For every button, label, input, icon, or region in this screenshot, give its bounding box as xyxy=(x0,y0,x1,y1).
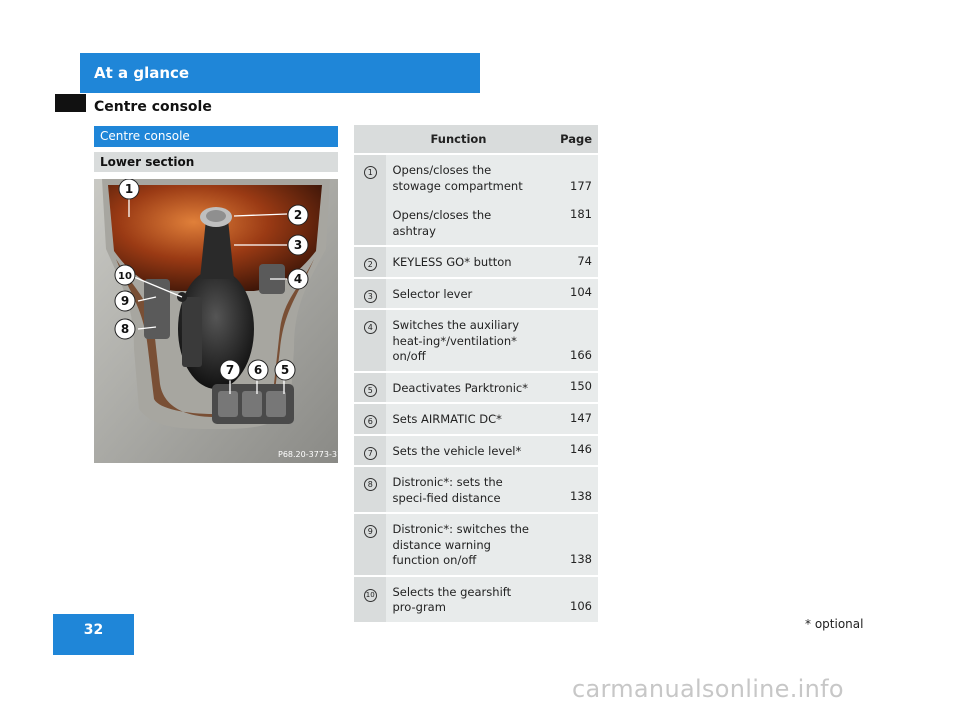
table-row: 1 Opens/closes the stowage compartment O… xyxy=(354,155,598,247)
table-row: 8 Distronic*: sets the speci-fied distan… xyxy=(354,467,598,514)
row-number: 4 xyxy=(363,321,377,334)
subsection-title: Centre console xyxy=(94,99,212,115)
table-header-num xyxy=(354,125,387,155)
row-number: 6 xyxy=(363,415,377,428)
table-row: 5 Deactivates Parktronic* 150 xyxy=(354,372,598,404)
row-page: 150 xyxy=(539,372,598,404)
row-function: KEYLESS GO* button xyxy=(386,247,540,279)
row-page: 147 xyxy=(539,404,598,436)
svg-text:10: 10 xyxy=(118,271,132,282)
table-row: 3 Selector lever 104 xyxy=(354,278,598,310)
row-function: Sets AIRMATIC DC* xyxy=(386,404,540,436)
table-row: 4 Switches the auxiliary heat-ing*/venti… xyxy=(354,310,598,373)
row-page: 181 xyxy=(570,207,592,221)
row-number: 3 xyxy=(363,289,377,303)
row-number: 10 xyxy=(363,588,377,602)
callout-2: 2 xyxy=(287,204,309,226)
table-header-page: Page xyxy=(539,125,598,155)
optional-note: * optional xyxy=(805,617,864,631)
row-page: 138 xyxy=(539,467,598,514)
row-function: Distronic*: switches the distance warnin… xyxy=(386,514,540,577)
row-page: 177 xyxy=(570,179,592,193)
row-page: 138 xyxy=(539,514,598,577)
row-page: 104 xyxy=(539,278,598,310)
table-row: 9 Distronic*: switches the distance warn… xyxy=(354,514,598,577)
section-bar-label: Centre console xyxy=(100,129,190,143)
callout-9: 9 xyxy=(114,290,136,312)
svg-text:4: 4 xyxy=(294,272,302,286)
subsection-bar-label: Lower section xyxy=(100,155,195,169)
row-page: 106 xyxy=(539,576,598,624)
row-number: 9 xyxy=(363,525,377,538)
table-row: 7 Sets the vehicle level* 146 xyxy=(354,435,598,467)
callout-7: 7 xyxy=(219,359,241,381)
row-function: Distronic*: sets the speci-fied distance xyxy=(386,467,540,514)
function-table: Function Page 1 Opens/closes the stowage… xyxy=(354,125,598,624)
row-function: Opens/closes the stowage compartment xyxy=(392,163,523,193)
row-number: 5 xyxy=(363,383,377,397)
svg-text:9: 9 xyxy=(121,294,129,308)
row-page: 166 xyxy=(539,310,598,373)
photo-reference: P68.20-3773-31 xyxy=(278,450,343,459)
svg-text:7: 7 xyxy=(226,363,234,377)
centre-console-photo: 1 2 3 4 5 6 7 8 9 10 xyxy=(94,179,338,463)
row-function: Switches the auxiliary heat-ing*/ventila… xyxy=(386,310,540,373)
table-row: 2 KEYLESS GO* button 74 xyxy=(354,247,598,279)
callout-4: 4 xyxy=(287,268,309,290)
chapter-marker xyxy=(55,94,86,112)
row-page: 146 xyxy=(539,435,598,467)
row-function: Sets the vehicle level* xyxy=(386,435,540,467)
row-number: 8 xyxy=(363,478,377,491)
table-row: 6 Sets AIRMATIC DC* 147 xyxy=(354,404,598,436)
svg-text:2: 2 xyxy=(294,208,302,222)
row-function: Selector lever xyxy=(386,278,540,310)
svg-text:8: 8 xyxy=(121,322,129,336)
row-function: Deactivates Parktronic* xyxy=(386,372,540,404)
svg-text:6: 6 xyxy=(254,363,262,377)
svg-text:1: 1 xyxy=(125,182,133,196)
callout-8: 8 xyxy=(114,318,136,340)
svg-text:5: 5 xyxy=(281,363,289,377)
watermark: carmanualsonline.info xyxy=(572,675,844,703)
row-number: 7 xyxy=(363,446,377,460)
callout-5: 5 xyxy=(274,359,296,381)
callout-6: 6 xyxy=(247,359,269,381)
callout-10: 10 xyxy=(114,264,136,286)
svg-text:3: 3 xyxy=(294,238,302,252)
callout-1: 1 xyxy=(118,179,140,200)
section-title: At a glance xyxy=(94,64,190,82)
row-number: 1 xyxy=(363,166,377,179)
row-number: 2 xyxy=(363,258,377,271)
page-number: 32 xyxy=(83,622,104,638)
row-page: 74 xyxy=(539,247,598,279)
table-header-function: Function xyxy=(386,125,540,155)
row-function: Selects the gearshift pro-gram xyxy=(386,576,540,624)
callout-3: 3 xyxy=(287,234,309,256)
table-row: 10 Selects the gearshift pro-gram 106 xyxy=(354,576,598,624)
row-function: Opens/closes the ashtray xyxy=(392,208,492,238)
